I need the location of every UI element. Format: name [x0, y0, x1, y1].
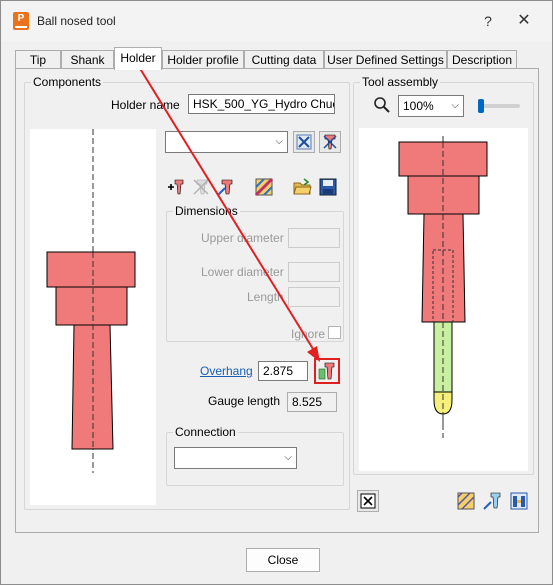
folder-open-icon	[293, 178, 312, 195]
shading-icon	[254, 177, 274, 197]
tool-assembly-group: Tool assembly 100% ⌵	[353, 75, 534, 475]
components-group: Components Holder name HSK_500_YG_Hydro …	[24, 75, 350, 510]
zoom-slider-thumb[interactable]	[478, 99, 484, 113]
tool-assembly-drawing	[398, 136, 488, 438]
holder-library-button[interactable]	[319, 131, 341, 153]
tab-holder[interactable]: Holder	[114, 47, 162, 70]
dimensions-title: Dimensions	[173, 204, 240, 218]
save-holder-button[interactable]	[317, 176, 339, 198]
overhang-input[interactable]: 2.875	[258, 361, 308, 381]
ignore-label: Ignore	[291, 327, 326, 341]
dialog-window: P Ball nosed tool ? ✕ Tip Shank Holder H…	[0, 0, 553, 585]
window-title: Ball nosed tool	[37, 14, 116, 28]
length-label: Length	[247, 290, 284, 304]
delete-holder-icon	[193, 179, 209, 195]
app-icon: P	[13, 12, 29, 30]
add-holder-icon	[168, 179, 184, 195]
assembly-export-button[interactable]	[508, 490, 530, 512]
shade-component-button[interactable]	[253, 176, 275, 198]
select-component-button[interactable]	[293, 131, 315, 153]
connection-group: Connection ⌵	[166, 425, 344, 486]
tab-holder-profile[interactable]: Holder profile	[162, 50, 244, 70]
tool-wand-icon	[483, 492, 501, 510]
hatch-icon	[457, 492, 475, 510]
chevron-down-icon: ⌵	[284, 452, 292, 463]
help-button[interactable]: ?	[473, 9, 503, 33]
title-bar: P Ball nosed tool ? ✕	[1, 1, 552, 41]
tab-shank[interactable]: Shank	[61, 50, 114, 70]
zoom-button[interactable]	[371, 94, 393, 116]
length-input	[288, 287, 340, 307]
edit-holder-icon	[217, 179, 233, 196]
open-holder-button[interactable]	[291, 176, 313, 198]
zoom-select[interactable]: 100% ⌵	[398, 95, 464, 117]
component-select[interactable]: ⌵	[165, 131, 288, 153]
holder-name-label: Holder name	[111, 98, 180, 112]
upper-diameter-label: Upper diameter	[201, 231, 284, 245]
assembly-shading-button[interactable]	[455, 490, 477, 512]
select-pick-icon	[296, 134, 312, 150]
close-icon: ✕	[517, 12, 531, 29]
ignore-checkbox	[328, 326, 341, 339]
assembly-columns-icon	[510, 492, 528, 510]
connection-select[interactable]: ⌵	[174, 447, 297, 469]
tab-strip: Tip Shank Holder Holder profile Cutting …	[15, 47, 535, 70]
edit-component-button[interactable]	[215, 176, 237, 198]
lower-diameter-input	[288, 262, 340, 282]
chevron-down-icon: ⌵	[451, 100, 459, 111]
gauge-length-value: 8.525	[287, 392, 337, 412]
tab-cutting-data[interactable]: Cutting data	[244, 50, 324, 70]
holder-preview-drawing	[46, 129, 136, 473]
tab-user-defined-settings[interactable]: User Defined Settings	[324, 50, 447, 70]
tab-description[interactable]: Description	[447, 50, 517, 70]
connection-title: Connection	[173, 425, 238, 439]
overhang-measure-button[interactable]	[314, 358, 340, 384]
assembly-tool-button[interactable]	[482, 490, 504, 512]
zoom-slider-track[interactable]	[478, 104, 520, 108]
help-icon: ?	[484, 13, 492, 29]
fit-view-button[interactable]	[357, 490, 379, 512]
close-button[interactable]: Close	[246, 548, 320, 572]
holder-name-input[interactable]: HSK_500_YG_Hydro Chuck	[188, 94, 335, 114]
save-icon	[319, 178, 337, 196]
holder-tab-panel: Components Holder name HSK_500_YG_Hydro …	[15, 68, 539, 533]
close-window-button[interactable]: ✕	[509, 9, 539, 33]
holder-select-icon	[323, 134, 337, 150]
tool-assembly-title: Tool assembly	[360, 75, 441, 89]
lower-diameter-label: Lower diameter	[201, 265, 284, 279]
components-title: Components	[31, 75, 104, 89]
fit-view-icon	[360, 493, 376, 509]
overhang-link[interactable]: Overhang	[200, 364, 253, 378]
magnifier-icon	[374, 97, 390, 113]
tab-tip[interactable]: Tip	[15, 50, 61, 70]
holder-preview	[30, 129, 156, 505]
chevron-down-icon: ⌵	[275, 136, 283, 147]
dimensions-group: Dimensions Upper diameter Lower diameter…	[166, 204, 344, 342]
upper-diameter-input	[288, 228, 340, 248]
tool-assembly-preview	[359, 128, 528, 471]
gauge-length-label: Gauge length	[208, 394, 281, 408]
add-component-button[interactable]	[165, 176, 187, 198]
holder-overhang-icon	[318, 362, 335, 380]
delete-component-button	[190, 176, 212, 198]
